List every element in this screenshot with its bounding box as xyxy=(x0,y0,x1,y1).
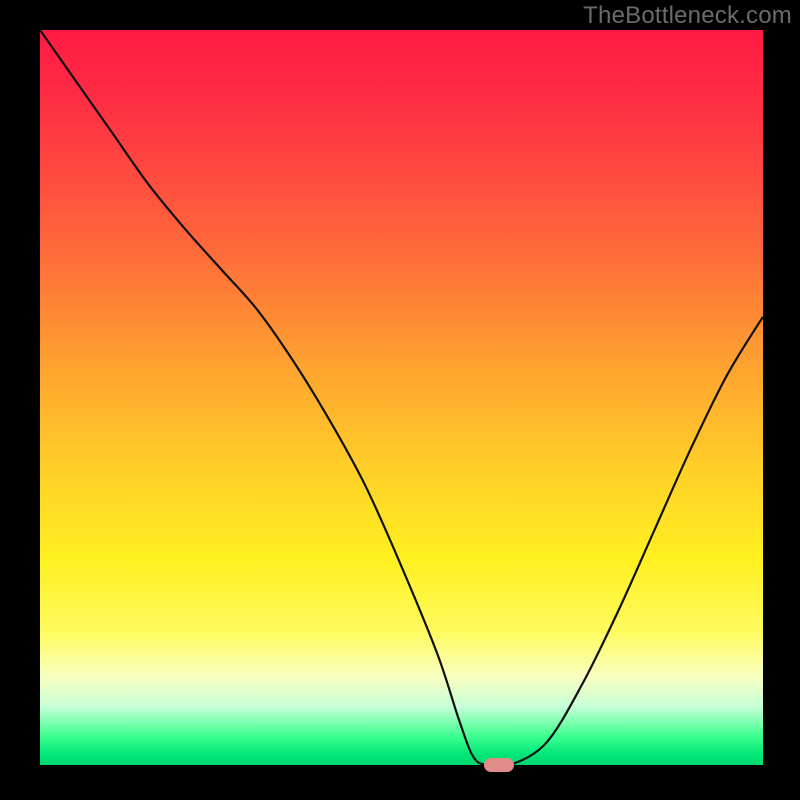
bottleneck-curve xyxy=(40,30,763,765)
current-point-marker xyxy=(484,758,514,772)
watermark-text: TheBottleneck.com xyxy=(583,2,792,30)
curve-svg xyxy=(40,30,763,765)
plot-area xyxy=(40,30,763,765)
chart-frame: TheBottleneck.com xyxy=(0,0,800,800)
